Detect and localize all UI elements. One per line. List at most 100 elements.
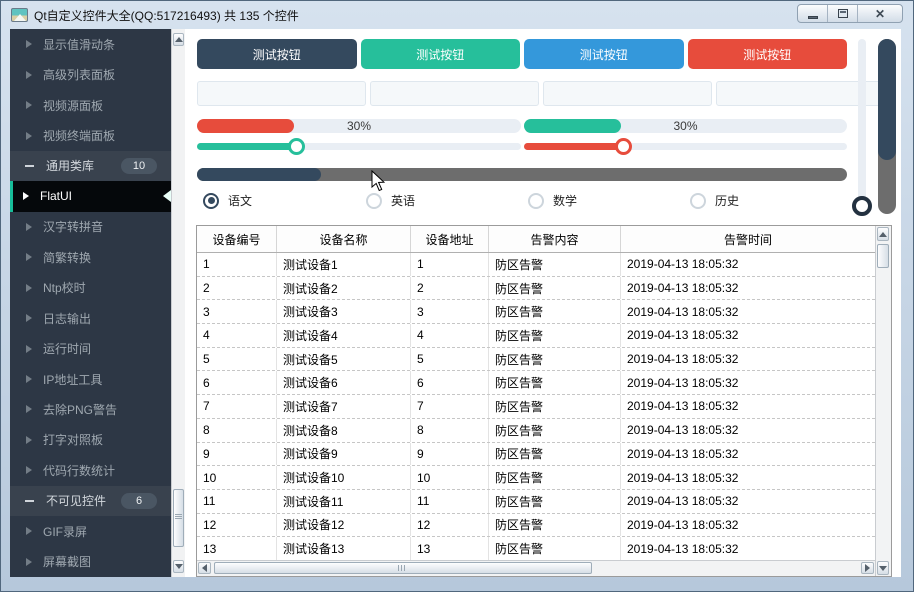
radio-option[interactable]: 历史	[690, 192, 739, 209]
sidebar-item[interactable]: 通用类库 10	[10, 150, 171, 182]
table-row[interactable]: 11 测试设备11 11 防区告警 2019-04-13 18:05:32	[197, 488, 875, 513]
table-body-area: 设备编号 设备名称 设备地址 告警内容 告警时间 1 测试设备1 1 防区告警 2019-04-…	[197, 226, 875, 576]
test-button[interactable]: 测试按钮	[197, 39, 357, 69]
sidebar-item-label: 通用类库	[46, 159, 95, 174]
table-row[interactable]: 6 测试设备6 6 防区告警 2019-04-13 18:05:32	[197, 370, 875, 395]
table-header-cell[interactable]: 设备编号	[197, 226, 277, 252]
table-cell: 防区告警	[489, 371, 621, 395]
slider-handle[interactable]	[288, 138, 306, 155]
vertical-slider-handle[interactable]	[852, 196, 872, 216]
table-row[interactable]: 7 测试设备7 7 防区告警 2019-04-13 18:05:32	[197, 394, 875, 418]
table-horizontal-scrollbar[interactable]	[197, 560, 875, 576]
table-cell: 11	[411, 489, 489, 513]
table-row[interactable]: 13 测试设备13 13 防区告警 2019-04-13 18:05:32	[197, 536, 875, 560]
caret-right-icon	[26, 314, 32, 323]
text-input[interactable]	[543, 81, 712, 106]
table-row[interactable]: 8 测试设备8 8 防区告警 2019-04-13 18:05:32	[197, 417, 875, 442]
sidebar-item[interactable]: FlatUI	[10, 181, 171, 213]
caret-right-icon	[26, 557, 32, 566]
table-row[interactable]: 9 测试设备9 9 防区告警 2019-04-13 18:05:32	[197, 441, 875, 466]
table-cell: 9	[411, 442, 489, 466]
table-vscrollbar-thumb[interactable]	[877, 244, 889, 268]
table-cell: 2019-04-13 18:05:32	[627, 304, 739, 319]
caret-right-icon	[26, 435, 32, 444]
table-cell: 测试设备6	[277, 371, 411, 395]
table-cell: 测试设备10	[277, 466, 411, 489]
table-row[interactable]: 2 测试设备2 2 防区告警 2019-04-13 18:05:32	[197, 275, 875, 300]
table-cell: 测试设备3	[277, 300, 411, 324]
table-hscrollbar-thumb[interactable]	[214, 562, 592, 574]
table-row[interactable]: 1 测试设备1 1 防区告警 2019-04-13 18:05:32	[197, 253, 875, 276]
sidebar-item[interactable]: GIF录屏	[10, 516, 171, 546]
table-header-row: 设备编号 设备名称 设备地址 告警内容 告警时间	[197, 226, 875, 253]
scroll-down-button[interactable]	[877, 561, 889, 575]
test-button[interactable]: 测试按钮	[360, 39, 520, 69]
radio-circle-icon	[528, 192, 544, 209]
radio-option[interactable]: 数学	[528, 192, 577, 209]
table-row[interactable]: 5 测试设备5 5 防区告警 2019-04-13 18:05:32	[197, 346, 875, 371]
sidebar-item[interactable]: 高级列表面板	[10, 59, 171, 89]
text-input[interactable]	[197, 81, 366, 106]
sidebar-item[interactable]: 简繁转换	[10, 242, 171, 272]
sidebar-item[interactable]: 显示值滑动条	[10, 29, 171, 59]
slider-fill	[524, 143, 625, 150]
sidebar-item-label: 打字对照板	[43, 433, 104, 448]
table-row[interactable]: 12 测试设备12 12 防区告警 2019-04-13 18:05:32	[197, 512, 875, 537]
scroll-up-button[interactable]	[173, 33, 184, 46]
table-cell: 8	[411, 418, 489, 442]
table-cell: 11	[197, 489, 277, 513]
vertical-slider[interactable]	[858, 39, 866, 216]
sidebar-item[interactable]: 打字对照板	[10, 425, 171, 455]
scroll-down-button[interactable]	[173, 560, 184, 573]
sidebar-item[interactable]: 视频终端面板	[10, 120, 171, 150]
sidebar-item-label: 汉字转拼音	[43, 220, 104, 235]
minimize-button[interactable]	[798, 5, 828, 22]
arrow-left-icon	[202, 564, 207, 572]
table-header-cell[interactable]: 设备名称	[277, 226, 411, 252]
test-button[interactable]: 测试按钮	[524, 39, 684, 69]
slider-handle[interactable]	[615, 138, 633, 155]
scroll-left-button[interactable]	[198, 562, 211, 574]
sidebar-scrollbar[interactable]	[171, 29, 185, 577]
test-button[interactable]: 测试按钮	[687, 39, 847, 69]
sidebar-item[interactable]: 日志输出	[10, 303, 171, 333]
sidebar-item[interactable]: IP地址工具	[10, 364, 171, 394]
sidebar-item[interactable]: 不可见控件 6	[10, 485, 171, 516]
table-cell: 防区告警	[489, 300, 621, 324]
table-vertical-scrollbar[interactable]	[875, 226, 891, 576]
table-header-cell[interactable]: 告警时间	[621, 226, 875, 252]
vertical-scrollbar-demo-fill	[878, 39, 896, 160]
table-row[interactable]: 10 测试设备10 10 防区告警 2019-04-13 18:05:32	[197, 465, 875, 489]
table-row[interactable]: 3 测试设备3 3 防区告警 2019-04-13 18:05:32	[197, 299, 875, 324]
table-header-cell[interactable]: 告警内容	[489, 226, 621, 252]
horizontal-scrollbar-demo[interactable]	[197, 168, 847, 181]
slider[interactable]	[524, 138, 847, 155]
sidebar-item[interactable]: 运行时间	[10, 333, 171, 363]
progress-bar: 30%	[524, 119, 847, 133]
sidebar-item[interactable]: Ntp校时	[10, 273, 171, 303]
sidebar-item[interactable]: 去除PNG警告	[10, 394, 171, 424]
scroll-right-button[interactable]	[861, 562, 874, 574]
vertical-scrollbar-demo[interactable]	[878, 39, 896, 214]
radio-option[interactable]: 英语	[366, 192, 415, 209]
radio-option[interactable]: 语文	[203, 192, 252, 209]
table-row[interactable]: 4 测试设备4 4 防区告警 2019-04-13 18:05:32	[197, 323, 875, 347]
sidebar-item[interactable]: 汉字转拼音	[10, 212, 171, 242]
scroll-up-button[interactable]	[877, 227, 889, 241]
sidebar-item[interactable]: 屏幕截图	[10, 546, 171, 576]
text-input[interactable]	[370, 81, 539, 106]
table-cell: 2019-04-13 18:05:32	[627, 281, 739, 296]
test-button-row: 测试按钮 测试按钮 测试按钮 测试按钮	[197, 39, 847, 69]
sidebar-item[interactable]: 视频源面板	[10, 90, 171, 120]
close-button[interactable]: ✕	[858, 5, 902, 22]
sidebar-item[interactable]: 代码行数统计	[10, 455, 171, 485]
radio-group: 语文 英语 数学 历史	[185, 192, 901, 210]
caret-right-icon	[26, 253, 32, 262]
sidebar-scrollbar-thumb[interactable]	[173, 489, 184, 547]
table-header-cell[interactable]: 设备地址	[411, 226, 489, 252]
caret-right-icon	[26, 101, 32, 110]
title-bar: Qt自定义控件大全(QQ:517216493) 共 135 个控件 ✕	[2, 1, 912, 29]
maximize-button[interactable]	[828, 5, 858, 22]
table-cell: 防区告警	[489, 253, 621, 276]
slider[interactable]	[197, 138, 521, 155]
